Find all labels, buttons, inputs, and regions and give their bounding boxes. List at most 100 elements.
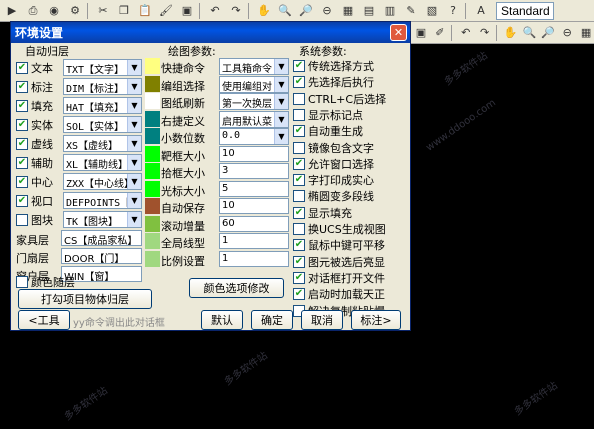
system-option[interactable]: CTRL+C后选择 <box>293 90 386 108</box>
checkbox[interactable]: ✔ <box>293 125 305 138</box>
auto-layer-option[interactable]: ✔ 标注 <box>16 78 53 96</box>
drawing-param-field[interactable]: 5 <box>219 180 289 197</box>
checkbox[interactable]: ✔ <box>293 76 305 89</box>
color-swatch[interactable] <box>145 110 160 127</box>
checkbox[interactable]: ✔ <box>293 255 305 268</box>
color-swatch[interactable] <box>145 163 160 179</box>
checkbox[interactable]: ✔ <box>16 62 28 74</box>
chevron-down-icon[interactable]: ▼ <box>127 136 141 151</box>
checkbox[interactable]: ✔ <box>293 288 305 301</box>
system-option[interactable]: ✔ 启动时加载天正 <box>293 285 385 303</box>
zoom-previous-icon[interactable]: ⊖ <box>559 25 575 41</box>
chevron-down-icon[interactable]: ▼ <box>274 94 288 109</box>
copy-icon[interactable]: ❐ <box>115 3 133 19</box>
undo-icon[interactable]: ↶ <box>458 25 474 41</box>
color-swatch[interactable] <box>145 145 160 162</box>
drawing-param-field[interactable]: 10 <box>219 198 289 214</box>
settings-icon[interactable]: ⚙ <box>66 3 84 19</box>
text-style-icon[interactable]: A <box>472 3 490 19</box>
layer-select[interactable]: SOL【实体】 ▼ <box>63 116 142 133</box>
auto-layer-option[interactable]: ✔ 文本 <box>16 59 53 77</box>
brush-icon[interactable]: ✐ <box>432 25 448 41</box>
chevron-down-icon[interactable]: ▼ <box>127 193 141 208</box>
ok-button[interactable]: 确定 <box>251 310 293 330</box>
pan-icon[interactable]: ✋ <box>255 3 273 19</box>
color-swatch[interactable] <box>145 128 160 144</box>
zoom-realtime-icon[interactable]: 🔍 <box>276 3 294 19</box>
layer-select[interactable]: TXT【文字】 ▼ <box>63 59 142 76</box>
drawing-param-select[interactable]: 使用编组对 ▼ <box>219 75 289 93</box>
checkbox[interactable] <box>293 190 305 203</box>
zoom-previous-icon[interactable]: ⊖ <box>318 3 336 19</box>
checkbox[interactable]: ✔ <box>16 157 28 169</box>
system-option[interactable]: ✔ 鼠标中键可平移 <box>293 236 385 254</box>
drawing-param-field[interactable]: 3 <box>219 163 289 179</box>
dialog-titlebar[interactable]: 环境设置 ✕ <box>11 22 410 43</box>
layer-text-field[interactable]: DOOR【门】 <box>61 248 142 264</box>
pan-icon[interactable]: ✋ <box>502 25 518 41</box>
chevron-down-icon[interactable]: ▼ <box>127 98 141 113</box>
redo-icon[interactable]: ↷ <box>227 3 245 19</box>
zoom-realtime-icon[interactable]: 🔍 <box>521 25 537 41</box>
apply-layer-button[interactable]: 打勾项目物体归层 <box>18 289 152 309</box>
tools-button[interactable]: <工具 <box>18 310 70 330</box>
layer-select[interactable]: HAT【填充】 ▼ <box>63 97 142 114</box>
cut-icon[interactable]: ✂ <box>94 3 112 19</box>
checkbox[interactable]: ✔ <box>16 195 28 207</box>
design-center-icon[interactable]: ▤ <box>360 3 378 19</box>
auto-layer-option[interactable]: ✔ 辅助 <box>16 154 53 172</box>
color-swatch[interactable] <box>145 198 160 214</box>
chevron-down-icon[interactable]: ▼ <box>274 59 288 74</box>
system-option[interactable]: 换UCS生成视图 <box>293 220 386 238</box>
color-swatch[interactable] <box>145 233 160 249</box>
drawing-param-field[interactable]: 1 <box>219 233 289 249</box>
system-option[interactable]: ✔ 先选择后执行 <box>293 73 374 91</box>
drawing-param-field[interactable]: 10 <box>219 145 289 162</box>
color-swatch[interactable] <box>145 75 160 92</box>
zoom-window-icon[interactable]: 🔎 <box>297 3 315 19</box>
layer-select[interactable]: XS【虚线】 ▼ <box>63 135 142 152</box>
block-icon[interactable]: ▣ <box>178 3 196 19</box>
checkbox[interactable] <box>293 92 305 105</box>
layer-select[interactable]: TK【图块】 ▼ <box>63 211 142 228</box>
color-swatch[interactable] <box>145 215 160 232</box>
chevron-down-icon[interactable]: ▼ <box>274 111 288 127</box>
paste-icon[interactable]: 📋 <box>136 3 154 19</box>
system-option[interactable]: ✔ 显示填充 <box>293 204 352 222</box>
chevron-down-icon[interactable]: ▼ <box>127 174 141 189</box>
chevron-down-icon[interactable]: ▼ <box>127 60 141 75</box>
checkbox[interactable]: ✔ <box>293 239 305 252</box>
help-icon[interactable]: ? <box>444 3 462 19</box>
checkbox[interactable]: ✔ <box>16 119 28 131</box>
system-option[interactable]: 椭圆变多段线 <box>293 187 374 205</box>
properties-icon[interactable]: ▦ <box>578 25 594 41</box>
print-icon[interactable]: ⎙ <box>24 3 42 19</box>
color-options-button[interactable]: 颜色选项修改 <box>189 278 284 298</box>
text-style-select[interactable]: Standard <box>496 1 554 20</box>
system-option[interactable]: ✔ 对话框打开文件 <box>293 269 385 287</box>
chevron-down-icon[interactable]: ▼ <box>274 76 288 92</box>
zoom-window-icon[interactable]: 🔎 <box>540 25 556 41</box>
cancel-button[interactable]: 取消 <box>301 310 343 330</box>
layer-select[interactable]: XL【辅助线】 ▼ <box>63 154 142 171</box>
layer-select[interactable]: DEFPOINTS【 ▼ <box>63 192 142 209</box>
checkbox[interactable]: ✔ <box>16 100 28 112</box>
auto-layer-option[interactable]: ✔ 中心 <box>16 173 53 191</box>
match-properties-icon[interactable]: 🖌 <box>157 3 175 19</box>
drawing-param-select[interactable]: 第一次换层 ▼ <box>219 93 289 110</box>
drawing-param-select[interactable]: 启用默认菜 ▼ <box>219 110 289 128</box>
system-option[interactable]: 显示标记点 <box>293 106 363 124</box>
chevron-down-icon[interactable]: ▼ <box>127 79 141 94</box>
redo-icon[interactable]: ↷ <box>477 25 493 41</box>
system-option[interactable]: ✔ 传统选择方式 <box>293 57 374 75</box>
checkbox[interactable]: ✔ <box>16 138 28 150</box>
system-option[interactable]: ✔ 自动重生成 <box>293 122 363 140</box>
system-option[interactable]: 镜像包含文字 <box>293 139 374 157</box>
layer-select[interactable]: ZXX【中心线】▼ <box>63 173 142 190</box>
dimension-button[interactable]: 标注> <box>351 310 401 330</box>
system-option[interactable]: ✔ 图元被选后亮显 <box>293 253 385 271</box>
color-swatch[interactable] <box>145 93 160 109</box>
layer-state-icon[interactable]: ▣ <box>413 25 429 41</box>
checkbox[interactable]: ✔ <box>293 271 305 284</box>
auto-layer-option[interactable]: ✔ 实体 <box>16 116 53 134</box>
